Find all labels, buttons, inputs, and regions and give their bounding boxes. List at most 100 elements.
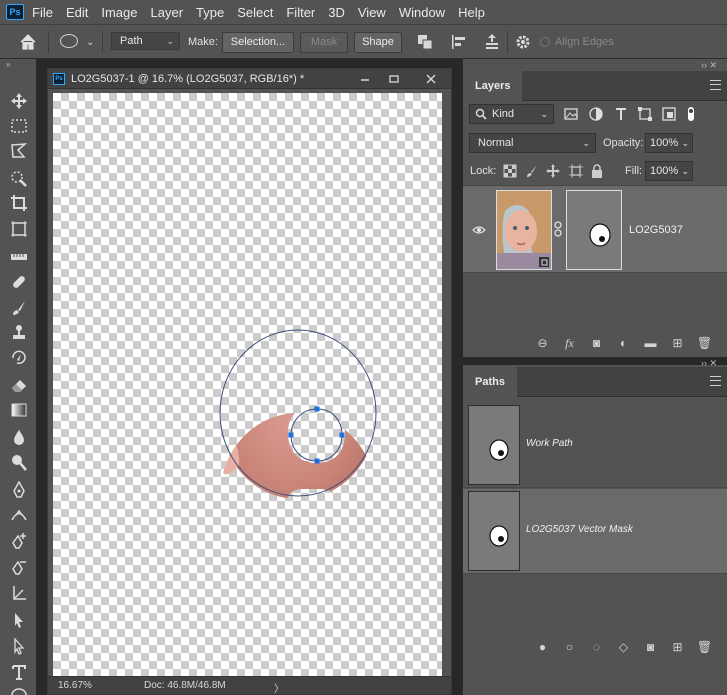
type-layer-filter-icon[interactable] bbox=[613, 106, 629, 122]
new-layer-icon[interactable]: ⊞ bbox=[664, 333, 691, 353]
gradient-tool-icon[interactable] bbox=[9, 400, 29, 420]
shape-layer-filter-icon[interactable] bbox=[637, 106, 653, 122]
new-group-icon[interactable]: ▬ bbox=[637, 333, 664, 353]
blend-mode-select[interactable]: Normal ⌄ bbox=[469, 133, 596, 153]
lock-image-pixels-icon[interactable] bbox=[525, 164, 539, 178]
status-menu-arrow-icon[interactable]: 〉 bbox=[274, 680, 284, 695]
menu-select[interactable]: Select bbox=[237, 5, 273, 20]
path-operations-icon[interactable] bbox=[416, 33, 434, 51]
make-selection-button[interactable]: Selection... bbox=[222, 32, 294, 53]
menu-view[interactable]: View bbox=[358, 5, 386, 20]
direct-selection-tool-icon[interactable] bbox=[9, 636, 29, 656]
lasso-tool-icon[interactable] bbox=[9, 141, 29, 161]
frame-tool-icon[interactable] bbox=[9, 219, 29, 239]
pen-tool-icon[interactable] bbox=[9, 480, 29, 500]
anchor-point[interactable] bbox=[314, 406, 320, 412]
anchor-point[interactable] bbox=[288, 432, 294, 438]
trash-icon[interactable]: 🗑 bbox=[691, 637, 718, 657]
path-name[interactable]: LO2G5037 Vector Mask bbox=[526, 524, 633, 535]
smart-object-filter-icon[interactable] bbox=[661, 106, 677, 122]
menu-window[interactable]: Window bbox=[399, 5, 445, 20]
ellipse-tool-icon[interactable] bbox=[9, 687, 29, 695]
work-path-outline[interactable] bbox=[290, 408, 343, 462]
blur-tool-icon[interactable] bbox=[9, 427, 29, 447]
panel-menu-icon[interactable] bbox=[710, 376, 721, 386]
crop-tool-icon[interactable] bbox=[9, 193, 29, 213]
close-icon[interactable] bbox=[418, 69, 444, 89]
lock-all-icon[interactable] bbox=[590, 164, 604, 178]
ruler-tool-icon[interactable] bbox=[9, 247, 29, 267]
healing-brush-tool-icon[interactable] bbox=[9, 272, 29, 292]
type-tool-icon[interactable] bbox=[9, 662, 29, 682]
move-tool-icon[interactable] bbox=[9, 91, 29, 111]
type-on-path-icon[interactable] bbox=[9, 505, 29, 525]
layer-filter-kind-select[interactable]: Kind ⌄ bbox=[469, 104, 554, 124]
eraser-tool-icon[interactable] bbox=[9, 375, 29, 395]
path-alignment-icon[interactable] bbox=[450, 33, 468, 51]
dodge-tool-icon[interactable] bbox=[9, 453, 29, 473]
opacity-input[interactable]: 100% ⌄ bbox=[645, 133, 693, 153]
make-shape-button[interactable]: Shape bbox=[354, 32, 402, 53]
gear-icon[interactable] bbox=[514, 33, 532, 51]
layer-name[interactable]: LO2G5037 bbox=[629, 224, 683, 236]
tab-paths[interactable]: Paths bbox=[463, 367, 517, 397]
add-mask-icon[interactable]: ◙ bbox=[637, 637, 664, 657]
load-path-as-selection-icon[interactable]: ◌ bbox=[583, 637, 610, 657]
trash-icon[interactable]: 🗑 bbox=[691, 333, 718, 353]
quick-selection-tool-icon[interactable] bbox=[9, 169, 29, 189]
expand-panel-icon[interactable]: » bbox=[0, 59, 36, 71]
make-work-path-icon[interactable]: ◇ bbox=[610, 637, 637, 657]
path-row-work-path[interactable]: Work Path bbox=[463, 403, 727, 488]
fill-path-icon[interactable]: ● bbox=[529, 637, 556, 657]
anchor-point[interactable] bbox=[339, 432, 345, 438]
lock-transparent-pixels-icon[interactable] bbox=[503, 164, 517, 178]
path-selection-tool-icon[interactable] bbox=[9, 610, 29, 630]
fill-input[interactable]: 100% ⌄ bbox=[645, 161, 693, 181]
link-layers-icon[interactable]: ⊖ bbox=[529, 333, 556, 353]
convert-point-tool-icon[interactable] bbox=[9, 583, 29, 603]
layer-thumbnail[interactable] bbox=[496, 190, 552, 270]
delete-anchor-point-tool-icon[interactable] bbox=[9, 557, 29, 577]
document-canvas[interactable] bbox=[53, 93, 442, 678]
lock-position-icon[interactable] bbox=[546, 164, 560, 178]
anchor-point[interactable] bbox=[314, 458, 320, 464]
history-brush-tool-icon[interactable] bbox=[9, 348, 29, 368]
menu-filter[interactable]: Filter bbox=[286, 5, 315, 20]
adjustment-layer-filter-icon[interactable] bbox=[588, 106, 604, 122]
clone-stamp-tool-icon[interactable] bbox=[9, 323, 29, 343]
path-arrangement-icon[interactable] bbox=[483, 33, 501, 51]
tab-layers[interactable]: Layers bbox=[463, 71, 523, 101]
path-row-vector-mask[interactable]: LO2G5037 Vector Mask bbox=[463, 489, 727, 574]
home-icon[interactable] bbox=[18, 32, 38, 52]
chevron-down-icon[interactable]: ⌄ bbox=[86, 37, 94, 48]
vector-mask-thumbnail[interactable] bbox=[566, 190, 622, 270]
fx-icon[interactable]: fx bbox=[556, 333, 583, 353]
link-icon[interactable] bbox=[554, 221, 562, 237]
path-name[interactable]: Work Path bbox=[526, 438, 573, 449]
adjustment-layer-icon[interactable]: ◐ bbox=[610, 333, 637, 353]
marquee-tool-icon[interactable] bbox=[9, 116, 29, 136]
ellipse-tool-icon[interactable] bbox=[60, 34, 78, 48]
menu-edit[interactable]: Edit bbox=[66, 5, 88, 20]
minimize-icon[interactable] bbox=[352, 69, 378, 89]
add-mask-icon[interactable]: ◙ bbox=[583, 333, 610, 353]
maximize-icon[interactable] bbox=[381, 69, 407, 89]
brush-tool-icon[interactable] bbox=[9, 298, 29, 318]
menu-file[interactable]: File bbox=[32, 5, 53, 20]
panel-menu-icon[interactable] bbox=[710, 80, 721, 90]
menu-3d[interactable]: 3D bbox=[328, 5, 345, 20]
layer-row[interactable]: LO2G5037 bbox=[463, 185, 727, 273]
collapse-panels-icon[interactable]: ›› ✕ bbox=[687, 59, 727, 71]
new-path-icon[interactable]: ⊞ bbox=[664, 637, 691, 657]
menu-image[interactable]: Image bbox=[101, 5, 137, 20]
make-mask-button[interactable]: Mask bbox=[300, 32, 348, 53]
add-anchor-point-tool-icon[interactable] bbox=[9, 531, 29, 551]
document-title-bar[interactable]: Ps LO2G5037-1 @ 16.7% (LO2G5037, RGB/16*… bbox=[48, 69, 451, 89]
eye-icon[interactable] bbox=[472, 225, 486, 235]
menu-layer[interactable]: Layer bbox=[151, 5, 184, 20]
menu-type[interactable]: Type bbox=[196, 5, 224, 20]
zoom-level[interactable]: 16.67% bbox=[58, 680, 92, 691]
stroke-path-icon[interactable]: ○ bbox=[556, 637, 583, 657]
pixel-layer-filter-icon[interactable] bbox=[563, 106, 579, 122]
tool-mode-select[interactable]: Path ⌄ bbox=[111, 32, 180, 50]
